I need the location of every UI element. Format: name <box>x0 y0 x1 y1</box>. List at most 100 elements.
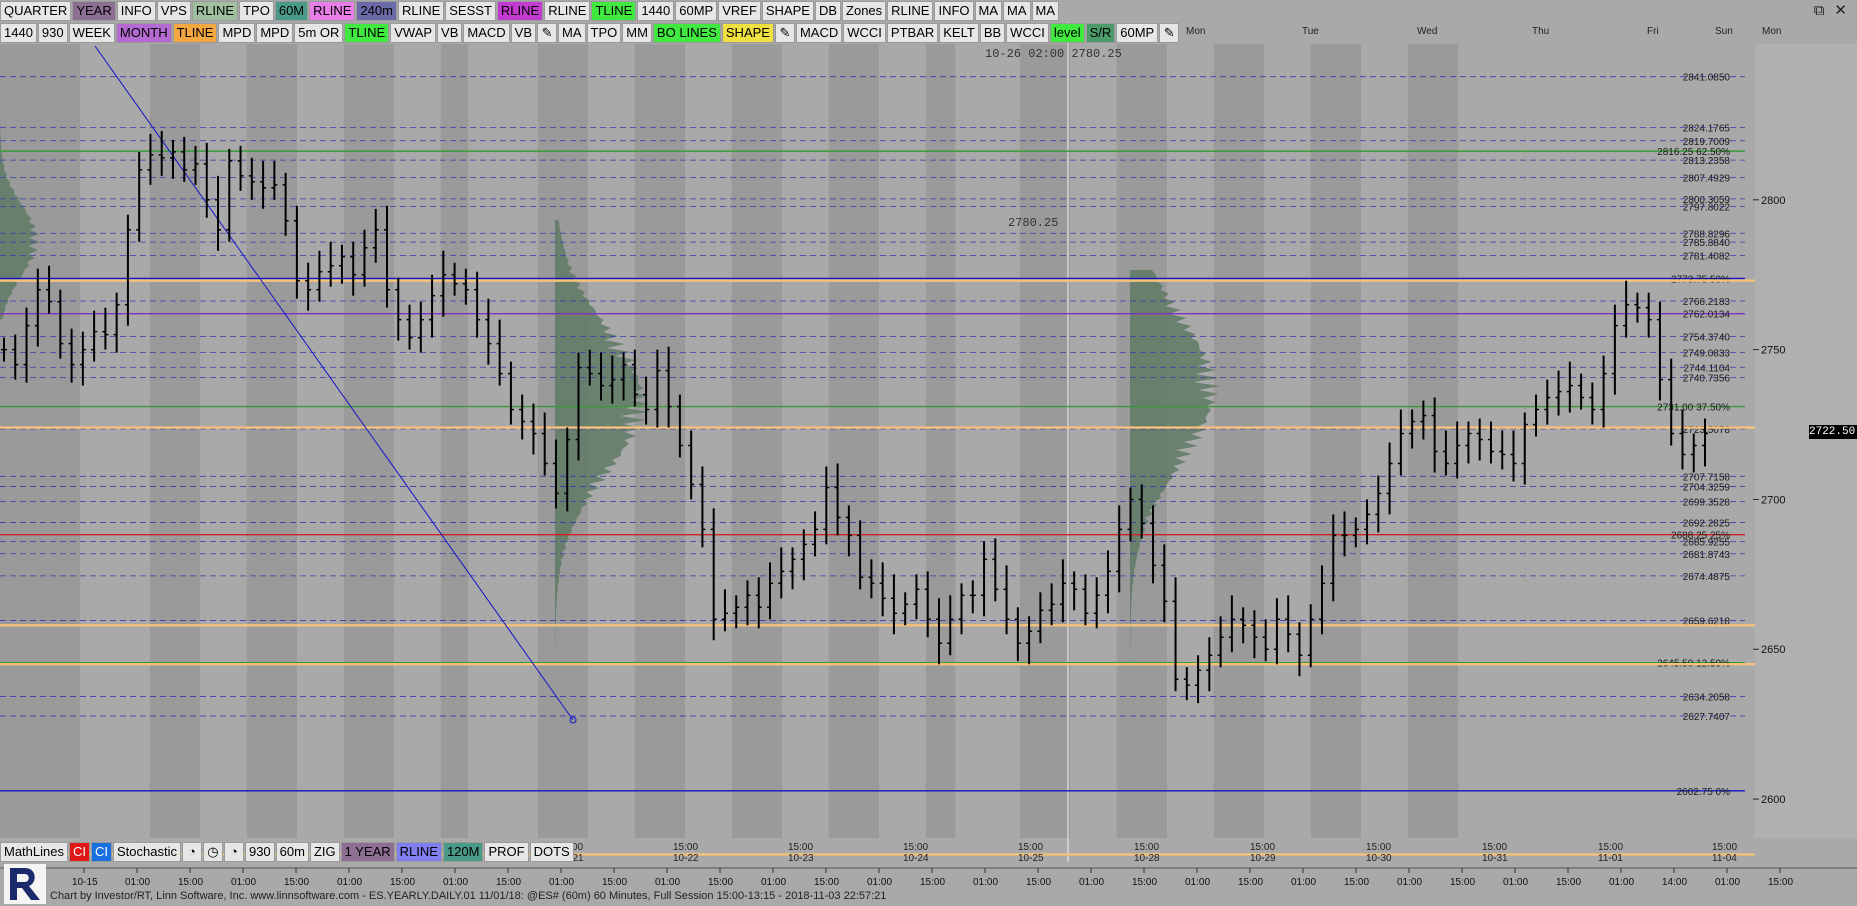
toolbar-button-month[interactable]: MONTH <box>115 23 172 43</box>
toolbar-button-prof[interactable]: PROF <box>484 842 529 862</box>
pencil-icon[interactable]: ✎ <box>537 23 558 43</box>
toolbar-button-vb[interactable]: VB <box>437 23 463 43</box>
last-price-tag: 2722.50 <box>1809 425 1857 440</box>
toolbar-button-60m[interactable]: 60m <box>275 842 309 862</box>
toolbar-button-240m[interactable]: 240m <box>356 1 397 21</box>
session-date-label: 10-31 <box>1482 853 1508 864</box>
toolbar-button-930[interactable]: 930 <box>37 23 68 43</box>
toolbar-button-stochastic[interactable]: Stochastic <box>112 842 181 862</box>
time-axis-label: 01:00 <box>125 877 150 888</box>
toolbar-button-zones[interactable]: Zones <box>842 1 887 21</box>
toolbar-button-rline[interactable]: RLINE <box>887 1 934 21</box>
toolbar-button-macd[interactable]: MACD <box>463 23 510 43</box>
toolbar-button-s-r[interactable]: S/R <box>1085 23 1116 43</box>
toolbar-button-ma[interactable]: MA <box>1031 1 1060 21</box>
pencil-icon[interactable]: ✎ <box>1159 23 1180 43</box>
time-axis-label: 15:00 <box>1344 877 1369 888</box>
toolbar-button-mpd[interactable]: MPD <box>218 23 256 43</box>
timer-icon[interactable]: ◔ <box>223 842 244 862</box>
toolbar-button-60mp[interactable]: 60MP <box>1116 23 1159 43</box>
toolbar-button-vref[interactable]: VREF <box>718 1 761 21</box>
toolbar-button-bb[interactable]: BB <box>979 23 1006 43</box>
toolbar-button-wcci[interactable]: WCCI <box>1006 23 1049 43</box>
chart-canvas[interactable]: 2841.08502824.17652819.70092816.25 62.50… <box>0 0 1857 906</box>
toolbar-button-tpo[interactable]: TPO <box>586 23 622 43</box>
toolbar-button-vwap[interactable]: VWAP <box>390 23 437 43</box>
restore-icon[interactable]: ⧉ <box>1814 2 1825 19</box>
toolbar-button-quarter[interactable]: QUARTER <box>0 1 72 21</box>
toolbar-button-930[interactable]: 930 <box>244 842 275 862</box>
toolbar-button-ptbar[interactable]: PTBAR <box>886 23 939 43</box>
toolbar-button-db[interactable]: DB <box>814 1 842 21</box>
price-chart[interactable]: 2841.0850 2824.1765 2819.7009 2816.25 62.50… <box>0 0 1857 906</box>
time-axis-label: 10-15 <box>72 877 98 888</box>
close-icon[interactable]: ✕ <box>1834 1 1847 19</box>
session-band <box>441 44 468 838</box>
toolbar-button-ci[interactable]: CI <box>68 842 90 862</box>
toolbar-button-shape[interactable]: SHAPE <box>721 23 774 43</box>
toolbar-button-level[interactable]: level <box>1049 23 1085 43</box>
toolbar-button-rline[interactable]: RLINE <box>395 842 442 862</box>
toolbar-button-tpo[interactable]: TPO <box>239 1 274 21</box>
session-date-label: 10-23 <box>788 853 814 864</box>
day-label: Mon <box>1762 26 1781 37</box>
toolbar-button-week[interactable]: WEEK <box>68 23 115 43</box>
toolbar-button-mm[interactable]: MM <box>622 23 652 43</box>
toolbar-button-shape[interactable]: SHAPE <box>761 1 814 21</box>
toolbar-button-bo-lines[interactable]: BO LINES <box>652 23 721 43</box>
pencil-icon[interactable]: ✎ <box>774 23 795 43</box>
toolbar-button-kelt[interactable]: KELT <box>939 23 979 43</box>
toolbar-button-5m-or[interactable]: 5m OR <box>294 23 344 43</box>
clock-icon[interactable]: ◷ <box>202 842 223 862</box>
price-level-label: 2692.2825 <box>1683 519 1731 530</box>
toolbar-button-1440[interactable]: 1440 <box>637 1 675 21</box>
toolbar-button-tline[interactable]: TLINE <box>344 23 390 43</box>
toolbar-button-info[interactable]: INFO <box>116 1 156 21</box>
bottom-toolbar: MathLines CI CI Stochastic ◔ ◷ ◔ 930 60m ZIG 1 YEA… <box>0 840 574 864</box>
price-level-label: 2766.2183 <box>1683 297 1731 308</box>
toolbar-button-macd[interactable]: MACD <box>795 23 843 43</box>
status-bar: Chart by Investor/RT, Linn Software, Inc… <box>50 890 887 902</box>
toolbar-button-ma[interactable]: MA <box>558 23 586 43</box>
toolbar-button-year[interactable]: YEAR <box>72 1 116 21</box>
session-time-label: 15:00 <box>1134 842 1159 853</box>
toolbar-button-1-year[interactable]: 1 YEAR <box>340 842 395 862</box>
price-level-label: 2807.4929 <box>1683 173 1731 184</box>
toolbar-button-rline[interactable]: RLINE <box>191 1 239 21</box>
toolbar-button-60m[interactable]: 60M <box>274 1 309 21</box>
toolbar-button-mathlines[interactable]: MathLines <box>0 842 68 862</box>
toolbar-button-wcci[interactable]: WCCI <box>843 23 886 43</box>
toolbar-button-dots[interactable]: DOTS <box>529 842 574 862</box>
toolbar-button-rline[interactable]: RLINE <box>309 1 356 21</box>
time-axis-label: 15:00 <box>1132 877 1157 888</box>
toolbar-button-120m[interactable]: 120M <box>442 842 484 862</box>
toolbar-button-vps[interactable]: VPS <box>156 1 191 21</box>
toolbar-button-ma[interactable]: MA <box>974 1 1003 21</box>
session-band <box>247 44 297 838</box>
toolbar-button-ma[interactable]: MA <box>1003 1 1031 21</box>
day-label: Tue <box>1302 26 1319 37</box>
toolbar-button-vb[interactable]: VB <box>510 23 537 43</box>
header-readout: 10-26 02:00 2780.25 <box>985 47 1122 61</box>
timer-icon[interactable]: ◔ <box>181 842 202 862</box>
session-band <box>1408 44 1458 838</box>
time-axis-label: 15:00 <box>390 877 415 888</box>
toolbar-button-ci[interactable]: CI <box>90 842 112 862</box>
session-date-label: 10-28 <box>1134 853 1160 864</box>
session-date-label: 10-30 <box>1366 853 1392 864</box>
toolbar-button-rline[interactable]: RLINE <box>544 1 591 21</box>
toolbar-button-60mp[interactable]: 60MP <box>675 1 718 21</box>
time-axis-label: 15:00 <box>602 877 627 888</box>
toolbar-button-sesst[interactable]: SESST <box>445 1 496 21</box>
time-axis-label: 01:00 <box>1291 877 1316 888</box>
time-axis-label: 15:00 <box>284 877 309 888</box>
toolbar-button-tline[interactable]: TLINE <box>591 1 637 21</box>
time-axis-label: 15:00 <box>1768 877 1793 888</box>
toolbar-button-tline[interactable]: TLINE <box>172 23 218 43</box>
toolbar-button-rline[interactable]: RLINE <box>496 1 544 21</box>
toolbar-button-info[interactable]: INFO <box>934 1 974 21</box>
toolbar-button-1440[interactable]: 1440 <box>0 23 37 43</box>
toolbar-button-zig[interactable]: ZIG <box>309 842 340 862</box>
toolbar-button-rline[interactable]: RLINE <box>397 1 445 21</box>
toolbar-button-mpd[interactable]: MPD <box>256 23 294 43</box>
